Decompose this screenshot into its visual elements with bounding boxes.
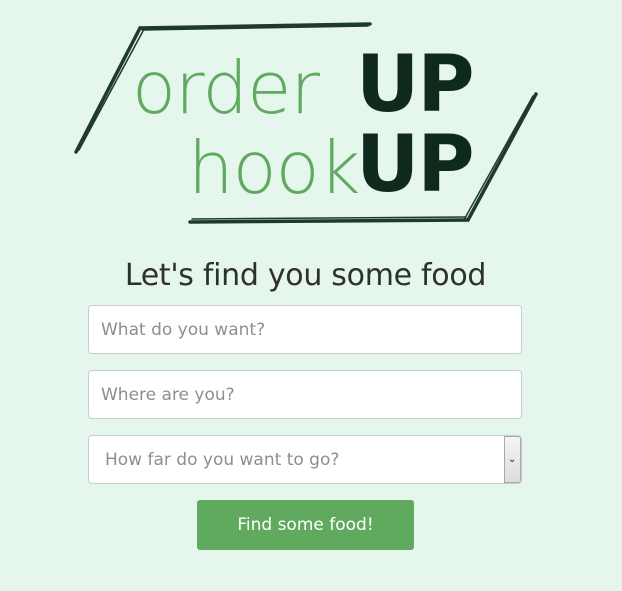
distance-select-value: How far do you want to go? bbox=[105, 450, 340, 470]
find-food-button[interactable]: Find some food! bbox=[197, 500, 414, 550]
what-field-wrapper bbox=[88, 305, 522, 354]
where-input[interactable] bbox=[89, 371, 521, 418]
where-field-wrapper bbox=[88, 370, 522, 419]
select-dropdown-button[interactable]: ⌄ bbox=[504, 436, 521, 483]
logo-word-hook: hook bbox=[188, 126, 360, 210]
chevron-down-icon: ⌄ bbox=[508, 454, 517, 465]
logo: order UP hook UP bbox=[70, 20, 542, 230]
logo-word-order: order bbox=[132, 46, 320, 130]
what-input[interactable] bbox=[89, 306, 521, 353]
page-heading: Let's find you some food bbox=[124, 258, 487, 293]
logo-word-up: UP bbox=[356, 40, 475, 130]
logo-word-up: UP bbox=[356, 120, 475, 210]
distance-select[interactable]: How far do you want to go? ⌄ bbox=[88, 435, 522, 484]
